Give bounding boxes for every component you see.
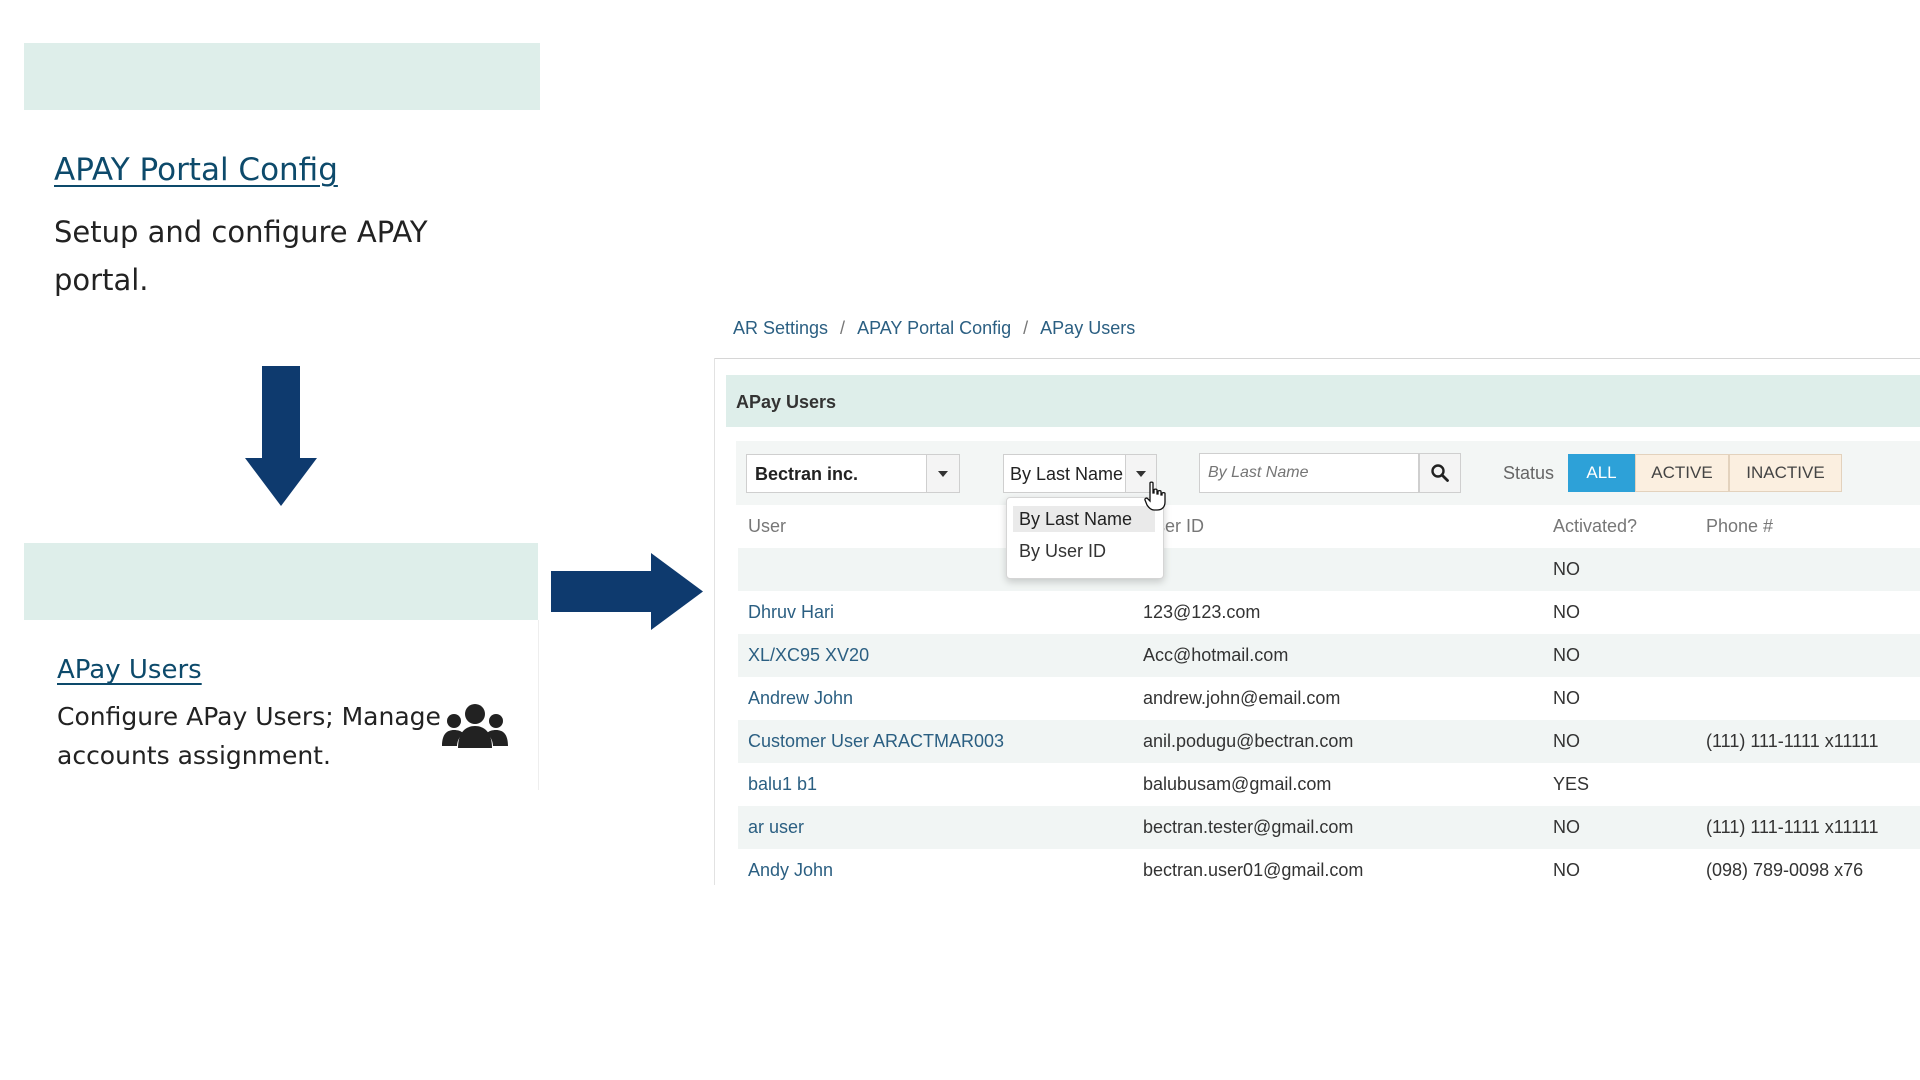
company-select[interactable]: Bectran inc.	[746, 454, 960, 493]
users-icon	[442, 704, 508, 748]
user-id: anil.podugu@bectran.com	[1143, 731, 1354, 751]
header-activated: Activated?	[1553, 516, 1638, 536]
user-name[interactable]: Andy John	[748, 849, 833, 892]
breadcrumb-separator: /	[840, 318, 846, 338]
user-name[interactable]: balu1 b1	[748, 763, 817, 806]
activated-value: NO	[1553, 559, 1580, 579]
breadcrumb-divider	[714, 358, 1920, 359]
table-row[interactable]: Dhruv Hari 123@123.com NO	[738, 591, 1920, 634]
table-row[interactable]: Andy John bectran.user01@gmail.com NO (0…	[738, 849, 1920, 892]
chevron-down-icon	[1136, 470, 1146, 477]
activated-value: NO	[1553, 817, 1580, 837]
user-name[interactable]: XL/XC95 XV20	[748, 634, 869, 677]
search-by-select[interactable]: By Last Name	[1003, 454, 1157, 493]
status-label: Status	[1503, 463, 1555, 483]
table-row[interactable]: balu1 b1 balubusam@gmail.com YES	[738, 763, 1920, 806]
right-arrow-icon	[551, 553, 703, 630]
activated-value: YES	[1553, 774, 1590, 794]
table-header: User User ID Activated? Phone #	[738, 505, 1920, 548]
company-select-value: Bectran inc.	[755, 464, 859, 484]
users-card-banner	[24, 543, 538, 620]
config-desc-line2: portal.	[54, 263, 149, 297]
breadcrumb-separator: /	[1023, 318, 1029, 338]
phone-value: (111) 111-1111 x11111	[1706, 731, 1879, 751]
status-inactive-button[interactable]: INACTIVE	[1729, 454, 1842, 492]
table-row[interactable]: Andrew John andrew.john@email.com NO	[738, 677, 1920, 720]
user-id: Acc@hotmail.com	[1143, 645, 1289, 665]
search-icon	[1431, 464, 1449, 482]
config-desc-line1: Setup and configure APAY	[54, 215, 428, 249]
breadcrumb: AR Settings / APAY Portal Config / APay …	[733, 318, 1135, 339]
user-id: bectran.tester@gmail.com	[1143, 817, 1354, 837]
user-id: balubusam@gmail.com	[1143, 774, 1332, 794]
activated-value: NO	[1553, 688, 1580, 708]
table-row[interactable]: XL/XC95 XV20 Acc@hotmail.com NO	[738, 634, 1920, 677]
apay-users-link[interactable]: APay Users	[57, 655, 202, 685]
search-input[interactable]	[1199, 453, 1419, 493]
phone-value: (098) 789-0098 x76	[1706, 860, 1864, 880]
activated-value: NO	[1553, 602, 1580, 622]
table-row[interactable]: ar user bectran.tester@gmail.com NO (111…	[738, 806, 1920, 849]
company-dropdown-button[interactable]	[926, 455, 959, 492]
config-card-description: Setup and configure APAY portal.	[54, 208, 428, 304]
panel-left-border	[714, 358, 715, 885]
activated-value: NO	[1553, 731, 1580, 751]
breadcrumb-ar-settings[interactable]: AR Settings	[733, 318, 828, 339]
status-all-button[interactable]: ALL	[1568, 454, 1635, 492]
status-active-button[interactable]: ACTIVE	[1635, 454, 1729, 492]
down-arrow-icon	[245, 366, 317, 506]
breadcrumb-apay-portal-config[interactable]: APAY Portal Config	[857, 318, 1011, 339]
phone-value: (111) 111-1111 x11111	[1706, 817, 1879, 837]
user-name[interactable]: Customer User ARACTMAR003	[748, 720, 1004, 763]
search-button[interactable]	[1419, 453, 1461, 493]
user-id: bectran.user01@gmail.com	[1143, 860, 1364, 880]
user-name[interactable]: ar user	[748, 806, 804, 849]
user-id: 123@123.com	[1143, 602, 1261, 622]
users-card-description: Configure APay Users; Manage accounts as…	[57, 697, 441, 775]
search-by-select-value: By Last Name	[1010, 464, 1124, 484]
table-row[interactable]: Customer User ARACTMAR003 anil.podugu@be…	[738, 720, 1920, 763]
breadcrumb-apay-users: APay Users	[1040, 318, 1136, 338]
search-by-dropdown-menu: By Last Name By User ID	[1006, 497, 1164, 579]
user-name[interactable]: Andrew John	[748, 677, 853, 720]
panel-title: APay Users	[736, 392, 837, 412]
user-id: andrew.john@email.com	[1143, 688, 1341, 708]
users-desc-line2: accounts assignment.	[57, 741, 331, 770]
activated-value: NO	[1553, 860, 1580, 880]
activated-value: NO	[1553, 645, 1580, 665]
dropdown-option-by-user-id[interactable]: By User ID	[1013, 538, 1155, 564]
header-user: User	[748, 516, 787, 536]
dropdown-option-by-last-name[interactable]: By Last Name	[1013, 506, 1155, 532]
header-phone: Phone #	[1706, 516, 1774, 536]
panel-header	[726, 375, 1920, 427]
users-desc-line1: Configure APay Users; Manage	[57, 702, 441, 731]
hand-cursor-icon	[1144, 481, 1166, 511]
table-row[interactable]: NO	[738, 548, 1920, 591]
user-name[interactable]: Dhruv Hari	[748, 591, 834, 634]
status-filter-group: ALL ACTIVE INACTIVE	[1568, 454, 1842, 492]
chevron-down-icon	[938, 470, 948, 477]
config-card-banner	[24, 43, 540, 110]
apay-portal-config-link[interactable]: APAY Portal Config	[54, 152, 338, 188]
